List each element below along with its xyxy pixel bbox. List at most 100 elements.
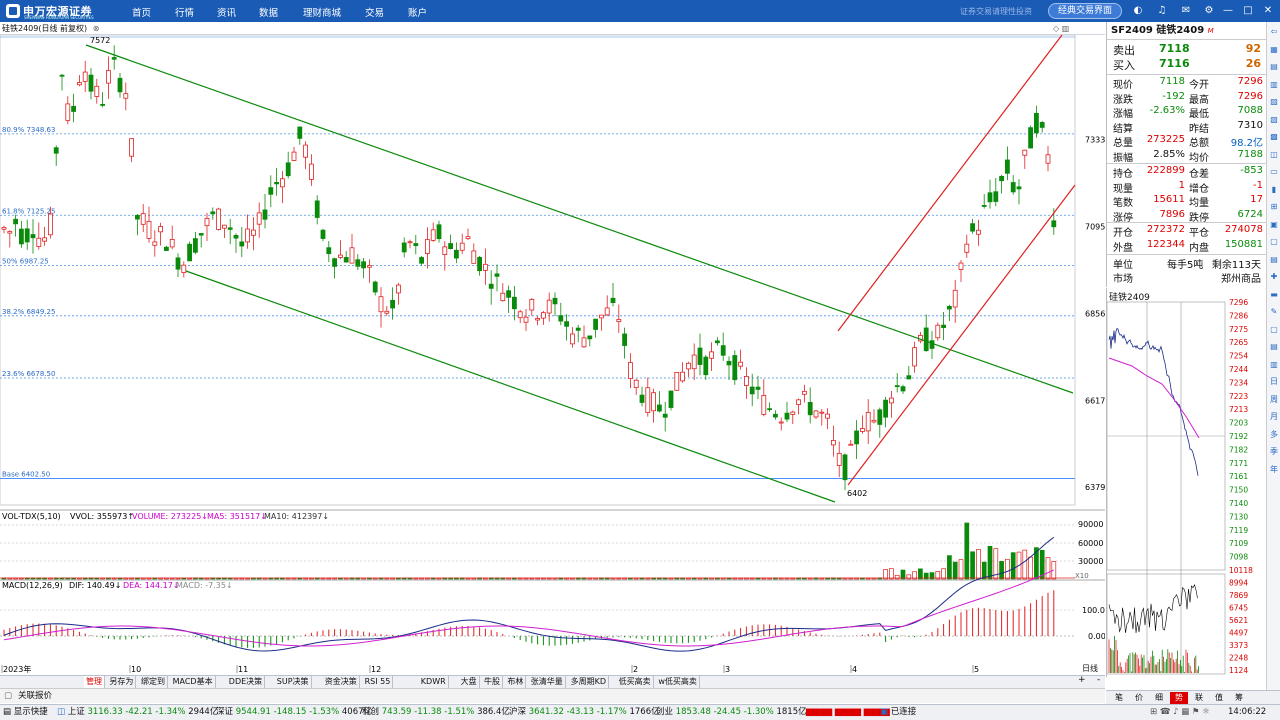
candle-body — [407, 241, 413, 244]
index-sz[interactable]: 深证 9544.91 -148.15 -1.53% 4067亿 — [216, 705, 372, 720]
sidebar-tool-icon[interactable]: ◫ — [1268, 149, 1280, 161]
mail-icon[interactable]: ✉ — [1180, 5, 1192, 17]
sidebar-tool-icon[interactable]: ⇦ — [1268, 26, 1280, 38]
market-label: 市场 — [1113, 274, 1133, 285]
sell-price: 7118 — [1159, 42, 1190, 55]
sidebar-tool-icon[interactable]: ▧ — [1268, 114, 1280, 126]
candle-body — [581, 337, 587, 348]
close-icon[interactable]: ✕ — [1262, 5, 1274, 17]
mini-price-tick: 7119 — [1229, 526, 1248, 535]
status-tray-icons[interactable]: ⊞ ☎ ♪ ▦ ⚑ ☼ — [1150, 705, 1210, 720]
mini-chart-svg[interactable]: 7296 7286 7275 7265 7254 7244 7234 7223 7213 7203… — [1107, 288, 1267, 677]
nav-news[interactable]: 资讯 — [217, 5, 236, 19]
candle-body — [976, 229, 981, 235]
nav-trade[interactable]: 交易 — [365, 5, 384, 19]
candle-body — [42, 237, 47, 242]
nav-home[interactable]: 首页 — [132, 5, 151, 19]
gear-icon[interactable]: ⚙ — [1203, 5, 1215, 17]
candle-body — [192, 238, 198, 253]
period-label[interactable]: 日线 — [1075, 663, 1105, 675]
sidebar-tool-icon[interactable]: 月 — [1268, 411, 1280, 423]
clock: 14:06:22 — [1228, 707, 1267, 717]
intraday-mini-chart[interactable]: 硅铁2409 7296 7286 7275 7265 7254 7244 7234 7223 7… — [1106, 288, 1266, 677]
sidebar-tool-icon[interactable]: ▬ — [1268, 289, 1280, 301]
sub-tab[interactable]: 筹 — [1230, 692, 1248, 704]
related-toggle-icon[interactable]: ▢ — [4, 689, 12, 704]
quote-row: 振幅 2.85% 均价 7188 — [1107, 149, 1267, 164]
sidebar-tool-icon[interactable]: 多 — [1268, 429, 1280, 441]
nav-data[interactable]: 数据 — [259, 5, 278, 19]
zoom-controls[interactable]: + - — [1078, 675, 1100, 685]
sidebar-tool-icon[interactable]: 周 — [1268, 394, 1280, 406]
kline-svg[interactable]: 80.9% 7348.63 61.8% 7125.25 50% 6987.25 38.… — [0, 35, 1105, 675]
status-show-shortcut[interactable]: ▤ 显示快捷 — [3, 705, 48, 720]
mini-vol-tick: 1124 — [1229, 666, 1248, 675]
sidebar-tool-icon[interactable]: 日 — [1268, 376, 1280, 388]
sidebar-tool-icon[interactable]: ▨ — [1268, 96, 1280, 108]
sell-row[interactable]: 卖出 7118 92 — [1107, 42, 1267, 57]
sub-tab[interactable]: 价 — [1130, 692, 1148, 704]
sub-tab[interactable]: 势 — [1170, 692, 1188, 704]
headset-icon[interactable]: ♫ — [1156, 5, 1168, 17]
sidebar-tool-icon[interactable]: ▩ — [1268, 131, 1280, 143]
classic-trade-button[interactable]: 经典交易界面 — [1048, 3, 1122, 19]
candle-body — [326, 247, 332, 255]
candle-body — [570, 333, 575, 345]
index-sh[interactable]: ◫ 上证 3116.33 -42.21 -1.34% 2944亿 — [57, 705, 218, 720]
quote-field-label: 涨跌 — [1113, 94, 1133, 106]
candle-body — [790, 411, 796, 415]
sidebar-tool-icon[interactable]: ✎ — [1268, 306, 1280, 318]
theme-icon[interactable]: ◐ — [1132, 5, 1144, 17]
nav-wealth-mall[interactable]: 理财商城 — [303, 5, 341, 19]
sidebar-tool-icon[interactable]: ▥ — [1268, 359, 1280, 371]
sidebar-tool-icon[interactable]: ▥ — [1268, 79, 1280, 91]
candle-body — [894, 385, 900, 388]
sidebar-tool-icon[interactable]: ⊞ — [1268, 201, 1280, 213]
maximize-icon[interactable]: □ — [1242, 5, 1254, 17]
candle-body — [413, 243, 419, 247]
index-hs[interactable]: 沪深 3641.32 -43.13 -1.17% 1766亿 — [509, 705, 660, 720]
sub-tab[interactable]: 细 — [1150, 692, 1168, 704]
sub-tab[interactable]: 笔 — [1110, 692, 1128, 704]
mini-price-tick: 7150 — [1229, 486, 1248, 495]
index-kc[interactable]: 科创 743.59 -11.38 -1.51% 386.4亿 — [362, 705, 510, 720]
volume-bar — [981, 561, 987, 580]
candle-body — [923, 327, 929, 352]
sub-tab[interactable]: 联 — [1190, 692, 1208, 704]
sidebar-tool-icon[interactable]: ▤ — [1268, 254, 1280, 266]
candle-body — [633, 379, 639, 388]
candle-body — [604, 307, 610, 316]
sidebar-tool-icon[interactable]: 年 — [1268, 464, 1280, 476]
sidebar-tool-icon[interactable]: 季 — [1268, 446, 1280, 458]
index-cy[interactable]: 创业 1853.48 -24.45 -1.30% 1815亿 — [656, 705, 807, 720]
sidebar-tool-icon[interactable]: ▮ — [1268, 184, 1280, 196]
sidebar-tool-icon[interactable]: ▣ — [1268, 219, 1280, 231]
mini-vol-tick: 4497 — [1229, 629, 1248, 638]
chart-close-icon[interactable]: ⊗ — [93, 24, 100, 33]
fib-label: 23.6% 6678.50 — [2, 370, 55, 378]
candle-body — [865, 411, 871, 432]
related-quotes-label: 关联报价 — [18, 691, 53, 701]
sidebar-tool-icon[interactable]: ▢ — [1268, 324, 1280, 336]
buy-row[interactable]: 买入 7116 26 — [1107, 57, 1267, 72]
candle-body — [546, 299, 552, 314]
sidebar-tool-icon[interactable]: ▤ — [1268, 341, 1280, 353]
macd-dea: DEA: 144.17↓ — [123, 581, 179, 590]
minimize-icon[interactable]: — — [1222, 5, 1234, 17]
sidebar-tool-icon[interactable]: ▤ — [1268, 61, 1280, 73]
sidebar-tool-icon[interactable]: ▢ — [1268, 236, 1280, 248]
sidebar-tool-icon[interactable]: ✚ — [1268, 271, 1280, 283]
candle-body — [912, 347, 917, 367]
nav-account[interactable]: 账户 — [408, 5, 427, 19]
candle-body — [88, 74, 94, 92]
sidebar-tool-icon[interactable]: ▦ — [1268, 44, 1280, 56]
chart-header: 硅铁2409(日线 前复权) ⊗ ◇ ▥ — [0, 22, 1105, 35]
chart-option-icon[interactable]: ◇ ▥ — [1053, 22, 1069, 35]
sidebar-tool-icon[interactable]: ▭ — [1268, 166, 1280, 178]
nav-quotes[interactable]: 行情 — [175, 5, 194, 19]
main-kline-chart[interactable]: 80.9% 7348.63 61.8% 7125.25 50% 6987.25 38.… — [0, 35, 1105, 675]
x-axis-label: 4 — [852, 665, 857, 674]
volume-bar — [1022, 549, 1028, 580]
related-quotes-bar[interactable]: ▢ 关联报价 — [0, 688, 1105, 703]
sub-tab[interactable]: 值 — [1210, 692, 1228, 704]
